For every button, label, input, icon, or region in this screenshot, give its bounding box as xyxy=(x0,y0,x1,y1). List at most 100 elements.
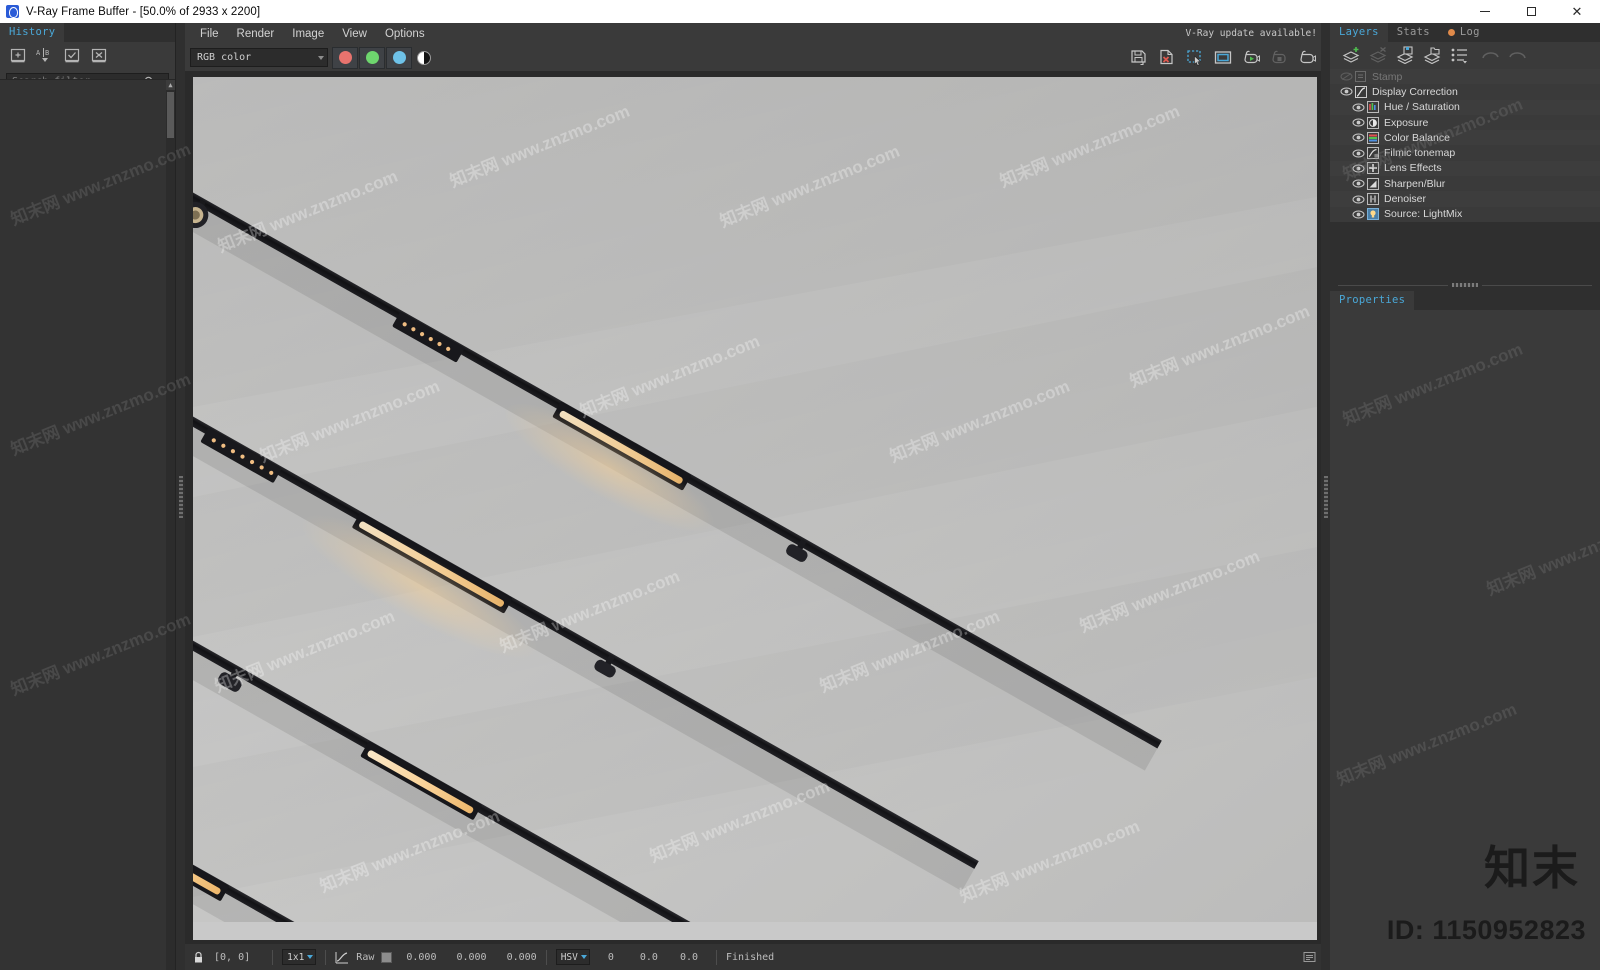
save-to-history-icon[interactable] xyxy=(6,45,30,66)
delete-layer-icon[interactable] xyxy=(1365,44,1391,66)
status-bar: [0, 0] 1x1 Raw 0.000 0.000 0.000 HSV 0 0… xyxy=(185,944,1325,970)
close-button[interactable]: ✕ xyxy=(1554,0,1600,23)
tab-history[interactable]: History xyxy=(0,23,65,42)
green-channel-button[interactable] xyxy=(359,46,385,69)
update-notice[interactable]: V-Ray update available! xyxy=(1185,28,1317,39)
menu-bar: File Render Image View Options V-Ray upd… xyxy=(185,23,1325,44)
visibility-toggle-icon[interactable] xyxy=(1350,118,1366,127)
denoiser-icon xyxy=(1366,193,1379,206)
left-splitter[interactable] xyxy=(176,23,185,970)
layer-row[interactable]: Hue / Saturation xyxy=(1330,99,1600,115)
visibility-toggle-icon[interactable] xyxy=(1350,133,1366,142)
menu-file[interactable]: File xyxy=(191,26,228,42)
chevron-down-icon xyxy=(307,955,314,959)
visibility-toggle-off-icon[interactable] xyxy=(1338,72,1354,81)
layer-name: Source: LightMix xyxy=(1384,208,1463,221)
layer-name: Stamp xyxy=(1372,70,1403,83)
red-channel-button[interactable] xyxy=(332,46,358,69)
channel-select[interactable]: RGB color xyxy=(190,48,328,67)
layer-row[interactable]: Source: LightMix xyxy=(1330,207,1600,222)
render-icon[interactable] xyxy=(1294,46,1320,69)
blue-dot-icon xyxy=(392,51,406,64)
history-toolbar: A B xyxy=(0,42,175,68)
compare-ab-icon[interactable]: A B xyxy=(33,45,57,66)
layer-row[interactable]: Lens Effects xyxy=(1330,160,1600,177)
raw-color-swatch[interactable] xyxy=(381,951,393,963)
color-mode-select[interactable]: HSV xyxy=(555,949,590,965)
load-layers-icon[interactable] xyxy=(1419,44,1445,66)
visibility-toggle-icon[interactable] xyxy=(1350,210,1366,219)
render-tools xyxy=(1126,46,1320,69)
save-image-icon[interactable] xyxy=(1126,46,1152,69)
history-tabstrip: History xyxy=(0,23,175,42)
history-scrollbar[interactable]: ▲ xyxy=(166,80,175,970)
layer-presets-icon[interactable] xyxy=(1446,44,1472,66)
layers-panel: Layers Stats Log Stamp Display Correctio… xyxy=(1330,23,1600,970)
layer-name: Display Correction xyxy=(1372,85,1458,98)
visibility-toggle-icon[interactable] xyxy=(1338,87,1354,96)
sample-size-select[interactable]: 1x1 xyxy=(282,949,317,965)
layer-row[interactable]: Stamp xyxy=(1330,69,1600,85)
layer-row[interactable]: Display Correction xyxy=(1330,84,1600,99)
divider xyxy=(716,949,718,965)
layer-row[interactable]: Denoiser xyxy=(1330,191,1600,207)
layer-row[interactable]: Sharpen/Blur xyxy=(1330,176,1600,191)
blue-channel-button[interactable] xyxy=(386,46,412,69)
region-render-icon[interactable] xyxy=(1182,46,1208,69)
scroll-thumb[interactable] xyxy=(167,92,174,138)
vray-logo-icon xyxy=(6,5,19,18)
divider xyxy=(325,949,327,965)
layer-row[interactable]: Exposure xyxy=(1330,115,1600,130)
visibility-toggle-icon[interactable] xyxy=(1350,103,1366,112)
menu-image[interactable]: Image xyxy=(283,26,333,42)
add-layer-icon[interactable] xyxy=(1338,44,1364,66)
minimize-button[interactable] xyxy=(1462,0,1508,23)
stop-render-icon[interactable] xyxy=(1266,46,1292,69)
watermark: 知末网 www.znzmo.com xyxy=(1340,339,1526,430)
history-list[interactable]: ▲ xyxy=(0,79,175,970)
tab-properties[interactable]: Properties xyxy=(1330,291,1415,310)
image-viewport[interactable]: 知末网 www.znzmo.com 知末网 www.znzmo.com 知末网 … xyxy=(185,71,1325,944)
stamp-toggle-icon[interactable] xyxy=(1303,951,1316,963)
menu-options[interactable]: Options xyxy=(376,26,434,42)
alpha-channel-icon[interactable] xyxy=(417,50,431,65)
vray-frame-buffer-window: V-Ray Frame Buffer - [50.0% of 2933 x 22… xyxy=(0,0,1600,970)
visibility-toggle-icon[interactable] xyxy=(1350,149,1366,158)
channel-toolbar: RGB color xyxy=(185,44,1325,71)
tab-layers[interactable]: Layers xyxy=(1330,23,1388,42)
menu-view[interactable]: View xyxy=(333,26,376,42)
layer-list[interactable]: Stamp Display Correction Hue / Saturatio… xyxy=(1330,68,1600,222)
hsv-value-h: 0 xyxy=(607,951,614,963)
panel-splitter[interactable] xyxy=(1338,278,1592,292)
green-dot-icon xyxy=(365,51,379,64)
render-last-icon[interactable] xyxy=(1238,46,1264,69)
visibility-toggle-icon[interactable] xyxy=(1350,164,1366,173)
properties-panel: Properties 知末 ID: 1150952823 知末网 www.znz… xyxy=(1330,291,1600,970)
visibility-toggle-icon[interactable] xyxy=(1350,195,1366,204)
visibility-toggle-icon[interactable] xyxy=(1350,179,1366,188)
redo-icon[interactable] xyxy=(1504,44,1530,66)
filmic-tonemap-icon xyxy=(1366,147,1379,160)
load-history-icon[interactable] xyxy=(60,45,84,66)
save-layers-icon[interactable] xyxy=(1392,44,1418,66)
layer-row[interactable]: Color Balance xyxy=(1330,130,1600,146)
rendered-image[interactable]: 知末网 www.znzmo.com 知末网 www.znzmo.com 知末网 … xyxy=(193,77,1317,940)
tab-stats[interactable]: Stats xyxy=(1388,23,1439,42)
maximize-button[interactable] xyxy=(1508,0,1554,23)
tab-log[interactable]: Log xyxy=(1439,23,1489,42)
menu-render[interactable]: Render xyxy=(228,26,284,42)
right-splitter[interactable] xyxy=(1321,23,1330,970)
track-mouse-icon[interactable] xyxy=(1210,46,1236,69)
save-all-image-icon[interactable] xyxy=(1154,46,1180,69)
lock-pixel-icon[interactable] xyxy=(193,951,204,964)
svg-text:A: A xyxy=(36,49,41,57)
layers-toolbar xyxy=(1330,42,1600,68)
scroll-up-arrow[interactable]: ▲ xyxy=(166,80,175,90)
layer-row[interactable]: Filmic tonemap xyxy=(1330,145,1600,160)
undo-icon[interactable] xyxy=(1477,44,1503,66)
delete-history-icon[interactable] xyxy=(87,45,111,66)
color-corrections-icon[interactable] xyxy=(335,951,349,964)
raw-label: Raw xyxy=(356,951,375,963)
tab-layers-label: Layers xyxy=(1339,26,1379,38)
properties-body[interactable]: 知末 ID: 1150952823 知末网 www.znzmo.com 知末网 … xyxy=(1330,310,1600,970)
